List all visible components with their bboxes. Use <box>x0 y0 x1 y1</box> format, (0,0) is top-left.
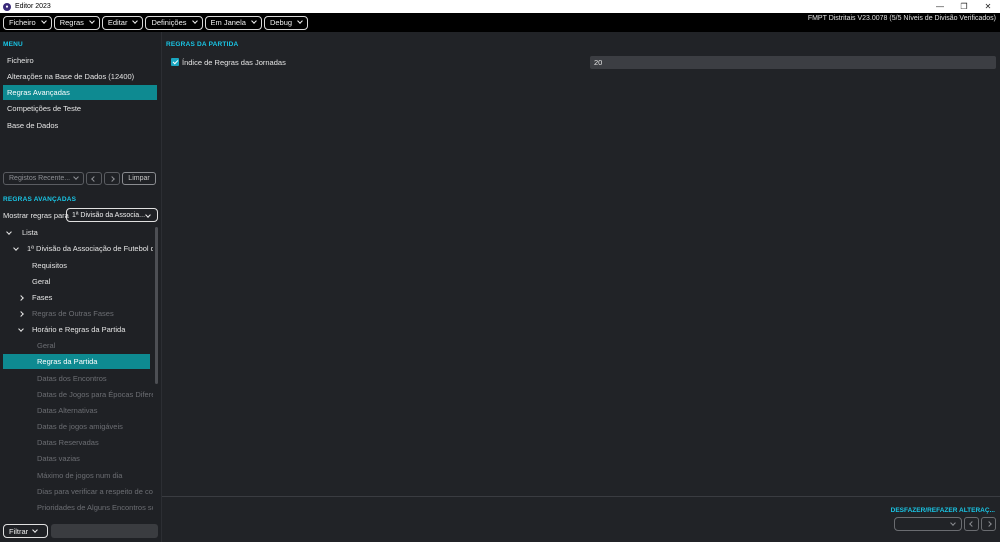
chevron-down-icon <box>6 229 12 235</box>
main-panel <box>162 32 1000 542</box>
recent-records-dropdown[interactable]: Registos Recente... <box>3 172 84 185</box>
sidebar-item-ficheiro[interactable]: Ficheiro <box>3 53 157 68</box>
menu-label: Ficheiro <box>9 18 36 27</box>
tree-item-prioridades[interactable]: Prioridades de Alguns Encontros sot <box>37 500 153 515</box>
filter-label: Filtrar <box>9 526 29 536</box>
chevron-down-icon <box>132 18 139 24</box>
clear-button[interactable]: Limpar <box>122 172 156 185</box>
tree-item-datas-vazias[interactable]: Datas vazias <box>37 451 153 466</box>
divider <box>162 496 1000 497</box>
tree-item-regras-partida[interactable]: Regras da Partida <box>3 354 150 369</box>
tree-item-horario-regras[interactable]: Horário e Regras da Partida <box>3 322 153 337</box>
tree-item-label: Horário e Regras da Partida <box>32 325 126 334</box>
chevron-down-icon <box>13 245 19 251</box>
recent-back-button[interactable] <box>86 172 102 185</box>
menu-debug[interactable]: Debug <box>263 15 309 30</box>
menu-label: Debug <box>269 18 293 27</box>
tree-item-regras-outras-fases[interactable]: Regras de Outras Fases <box>3 306 153 321</box>
round-rules-index-checkbox[interactable] <box>171 58 179 66</box>
undo-history-select[interactable] <box>894 517 962 531</box>
chevron-right-icon <box>18 311 24 317</box>
tree-item-label: Fases <box>32 293 53 302</box>
tree-item-fases[interactable]: Fases <box>3 290 153 305</box>
tree-item-datas-amigaveis[interactable]: Datas de jogos amigáveis <box>37 419 153 434</box>
tree-item-maximo-jogos[interactable]: Máximo de jogos num dia <box>37 468 153 483</box>
chevron-down-icon <box>145 212 151 218</box>
undo-redo-title: DESFAZER/REFAZER ALTERAÇ... <box>890 507 995 514</box>
round-rules-index-value[interactable]: 20 <box>590 56 996 69</box>
filter-input[interactable] <box>51 524 158 538</box>
menu-label: Editar <box>107 18 128 27</box>
menu-definicoes[interactable]: Definições <box>145 15 203 30</box>
redo-button[interactable] <box>981 517 996 531</box>
tree-item-label: 1ª Divisão da Associação de Futebol de ' <box>27 244 153 253</box>
menu-regras[interactable]: Regras <box>53 15 100 30</box>
chevron-left-icon <box>91 175 97 182</box>
tree-item-competition[interactable]: 1ª Divisão da Associação de Futebol de ' <box>3 241 153 256</box>
tree-item-datas-reservadas[interactable]: Datas Reservadas <box>37 435 153 450</box>
menu-label: Em Janela <box>210 18 246 27</box>
tree-item-datas-encontros[interactable]: Datas dos Encontros <box>37 371 153 386</box>
window-controls: — ❐ ✕ <box>928 0 1000 13</box>
close-icon[interactable]: ✕ <box>976 0 1000 13</box>
menu-label: Regras <box>59 18 84 27</box>
tree-item-geral[interactable]: Geral <box>32 274 153 289</box>
tree-item-datas-alternativas[interactable]: Datas Alternativas <box>37 403 153 418</box>
menu-label: Definições <box>151 18 187 27</box>
sidebar-item-base-dados[interactable]: Base de Dados <box>3 118 157 133</box>
minimize-icon[interactable]: — <box>928 0 952 13</box>
competition-select[interactable]: 1ª Divisão da Associa... <box>66 208 158 222</box>
chevron-down-icon <box>950 520 956 526</box>
chevron-down-icon <box>73 174 79 180</box>
show-rules-label: Mostrar regras para <box>3 211 69 220</box>
sidebar-item-competicoes-teste[interactable]: Competições de Teste <box>3 101 157 116</box>
chevron-down-icon <box>89 18 95 24</box>
chevron-down-icon <box>32 526 39 533</box>
restore-icon[interactable]: ❐ <box>952 0 976 13</box>
tree-item-geral-2[interactable]: Geral <box>37 338 153 353</box>
filter-button[interactable]: Filtrar <box>3 524 48 538</box>
tree-item-lista[interactable]: Lista <box>3 225 153 240</box>
undo-button[interactable] <box>964 517 979 531</box>
advanced-rules-title: REGRAS AVANÇADAS <box>3 196 77 203</box>
menu-em-janela[interactable]: Em Janela <box>204 15 262 30</box>
tree-item-datas-epocas[interactable]: Datas de Jogos para Épocas Diferent <box>37 387 153 402</box>
tree-item-requisitos[interactable]: Requisitos <box>32 258 153 273</box>
chevron-down-icon <box>18 326 24 332</box>
chevron-down-icon <box>191 18 198 24</box>
tree-item-label: Lista <box>22 228 38 237</box>
window-titlebar: ● Editor 2023 — ❐ ✕ <box>0 0 1000 13</box>
chevron-down-icon <box>297 18 303 24</box>
match-rules-title: REGRAS DA PARTIDA <box>166 41 239 48</box>
chevron-right-icon <box>18 295 24 301</box>
recent-forward-button[interactable] <box>104 172 120 185</box>
chevron-left-icon <box>968 521 975 527</box>
version-label: FMPT Distritais V23.0078 (5/5 Níveis de … <box>807 15 996 22</box>
chevron-down-icon <box>251 18 257 24</box>
chevron-down-icon <box>40 18 47 24</box>
menu-editar[interactable]: Editar <box>101 15 144 30</box>
round-rules-index-label: Índice de Regras das Jornadas <box>182 58 286 67</box>
chevron-right-icon <box>985 521 992 527</box>
tree-scrollbar[interactable] <box>155 227 158 384</box>
menu-ficheiro[interactable]: Ficheiro <box>3 15 52 30</box>
recent-records-row: Registos Recente... Limpar <box>3 172 158 185</box>
recent-records-label: Registos Recente... <box>9 175 71 182</box>
menu-section-title: MENU <box>3 41 23 48</box>
window-title: Editor 2023 <box>15 3 51 10</box>
chevron-right-icon <box>109 175 115 182</box>
sidebar-item-regras-avancadas[interactable]: Regras Avançadas <box>3 85 157 100</box>
tree-item-dias-verificar[interactable]: Dias para verificar a respeito de cont <box>37 484 153 499</box>
sidebar-item-alteracoes[interactable]: Alterações na Base de Dados (12400) <box>3 69 157 84</box>
tree-item-label: Regras de Outras Fases <box>32 309 114 318</box>
app-logo-icon: ● <box>3 2 11 11</box>
competition-select-value: 1ª Divisão da Associa... <box>72 211 146 219</box>
